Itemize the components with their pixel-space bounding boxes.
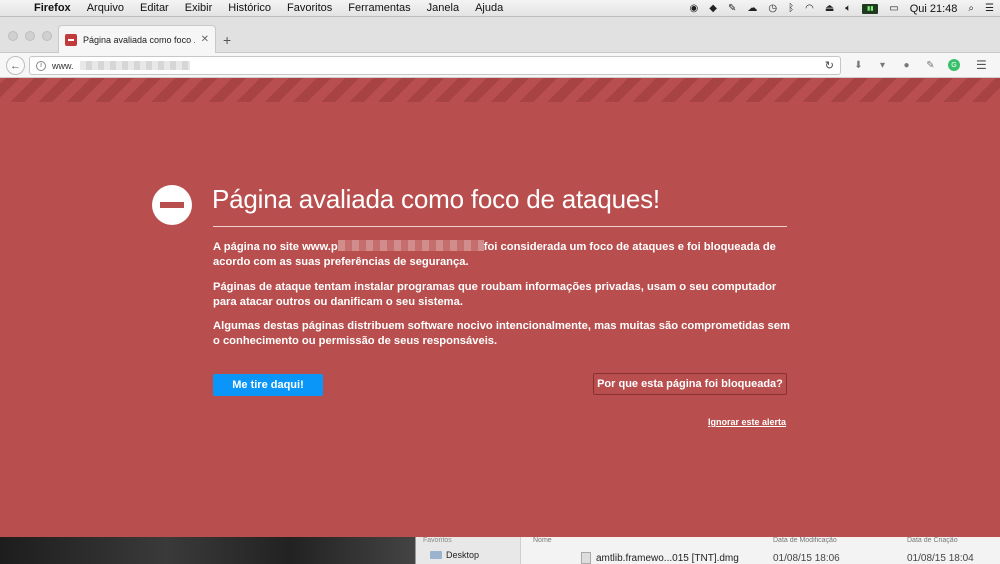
file-name: amtlib.framewo...015 [TNT].dmg: [596, 552, 739, 564]
window-controls: [8, 31, 52, 41]
spotlight-search-icon[interactable]: ⌕: [968, 3, 974, 14]
blocked-page: Página avaliada como foco de ataques! A …: [0, 78, 1000, 537]
arrow-left-icon: ←: [10, 59, 21, 72]
eject-icon[interactable]: ⏏: [825, 3, 834, 14]
warning-paragraph-1: A página no site www.p foi considerada um…: [213, 240, 793, 270]
site-redaction: [337, 240, 484, 251]
finder-sidebar: Favoritos Desktop: [416, 537, 521, 564]
bluetooth-icon[interactable]: ᛒ: [788, 3, 794, 14]
menu-ajuda[interactable]: Ajuda: [467, 2, 511, 14]
file-created-date: 01/08/15 18:04: [907, 553, 974, 564]
minimize-window-button[interactable]: [25, 31, 35, 41]
evernote-icon[interactable]: ✎: [728, 3, 736, 14]
url-text: www.: [52, 60, 74, 71]
page-title: Página avaliada como foco de ataques!: [212, 184, 660, 214]
folder-icon: [430, 551, 442, 559]
macos-menu-bar: Firefox Arquivo Editar Exibir Histórico …: [0, 0, 1000, 17]
menu-arquivo[interactable]: Arquivo: [79, 2, 132, 14]
info-icon[interactable]: i: [36, 60, 46, 71]
grammarly-icon[interactable]: G: [948, 59, 960, 71]
menu-exibir[interactable]: Exibir: [177, 2, 221, 14]
warning-stripes: [0, 78, 1000, 102]
zoom-window-button[interactable]: [42, 31, 52, 41]
paragraph-1-start: A página no site www.p: [213, 241, 338, 253]
title-divider: [213, 226, 787, 227]
dropbox-icon[interactable]: ◆: [709, 3, 717, 14]
menu-editar[interactable]: Editar: [132, 2, 177, 14]
tab-active[interactable]: Página avaliada como foco ... ✕: [58, 25, 216, 53]
toolbar-icons: ⬇ ▾ ● ✎ G: [852, 59, 960, 71]
menu-janela[interactable]: Janela: [419, 2, 467, 14]
url-bar[interactable]: i www. ↻: [29, 56, 841, 75]
download-icon[interactable]: ⬇: [852, 60, 865, 71]
column-header-created[interactable]: Data de Criação: [907, 537, 958, 544]
navigation-toolbar: ← i www. ↻ ⬇ ▾ ● ✎ G ☰: [0, 53, 1000, 78]
menu-historico[interactable]: Histórico: [220, 2, 279, 14]
tab-title: Página avaliada como foco ...: [83, 34, 195, 45]
battery-icon[interactable]: ▭: [889, 3, 898, 14]
battery-monitor-icon[interactable]: ▮▮: [862, 3, 879, 14]
menu-favoritos[interactable]: Favoritos: [279, 2, 340, 14]
dmg-file-icon: [581, 552, 591, 564]
notification-center-icon[interactable]: ☰: [985, 3, 994, 14]
time-machine-icon[interactable]: ◷: [768, 3, 777, 14]
tab-close-icon[interactable]: ✕: [201, 34, 209, 45]
wifi-icon[interactable]: ◠: [805, 3, 814, 14]
cloud-icon[interactable]: ☁: [747, 3, 757, 14]
hamburger-menu-icon[interactable]: ☰: [976, 58, 987, 72]
privacy-badger-icon[interactable]: ●: [900, 60, 913, 71]
reload-icon[interactable]: ↻: [825, 59, 834, 72]
close-window-button[interactable]: [8, 31, 18, 41]
get-me-out-button[interactable]: Me tire daqui!: [213, 374, 323, 396]
menu-app-name[interactable]: Firefox: [30, 2, 79, 14]
column-header-name[interactable]: Nome: [533, 537, 552, 544]
volume-icon[interactable]: 🔈︎: [845, 3, 851, 14]
sync-status-icon[interactable]: ◉: [690, 3, 699, 14]
extension-icon[interactable]: ✎: [924, 60, 937, 71]
url-redaction: [79, 61, 190, 70]
desktop-wallpaper: [0, 537, 415, 564]
back-button[interactable]: ←: [6, 56, 25, 75]
sidebar-item-desktop[interactable]: Desktop: [430, 550, 479, 560]
menu-ferramentas[interactable]: Ferramentas: [340, 2, 418, 14]
finder-window: Favoritos Desktop Nome Data de Modificaç…: [415, 537, 1000, 564]
ignore-warning-link[interactable]: Ignorar este alerta: [708, 417, 786, 427]
file-row-name[interactable]: amtlib.framewo...015 [TNT].dmg: [581, 552, 739, 564]
column-header-modified[interactable]: Data de Modificação: [773, 537, 837, 544]
status-area: ◉ ◆ ✎ ☁ ◷ ᛒ ◠ ⏏ 🔈︎ ▮▮ ▭ Qui 21:48 ⌕ ☰: [690, 0, 994, 17]
stop-sign-icon: [152, 185, 192, 225]
new-tab-icon[interactable]: +: [223, 32, 231, 48]
file-modified-date: 01/08/15 18:06: [773, 553, 840, 564]
menu-clock[interactable]: Qui 21:48: [910, 3, 958, 15]
sidebar-heading: Favoritos: [423, 537, 452, 544]
warning-paragraph-2: Páginas de ataque tentam instalar progra…: [213, 281, 777, 308]
warning-paragraph-3: Algumas destas páginas distribuem softwa…: [213, 320, 790, 347]
pocket-icon[interactable]: ▾: [876, 60, 889, 71]
blocked-site-favicon-icon: [65, 33, 77, 46]
why-blocked-button[interactable]: Por que esta página foi bloqueada?: [593, 373, 787, 395]
sidebar-item-label: Desktop: [446, 550, 480, 560]
tab-strip: Página avaliada como foco ... ✕ +: [0, 17, 1000, 53]
